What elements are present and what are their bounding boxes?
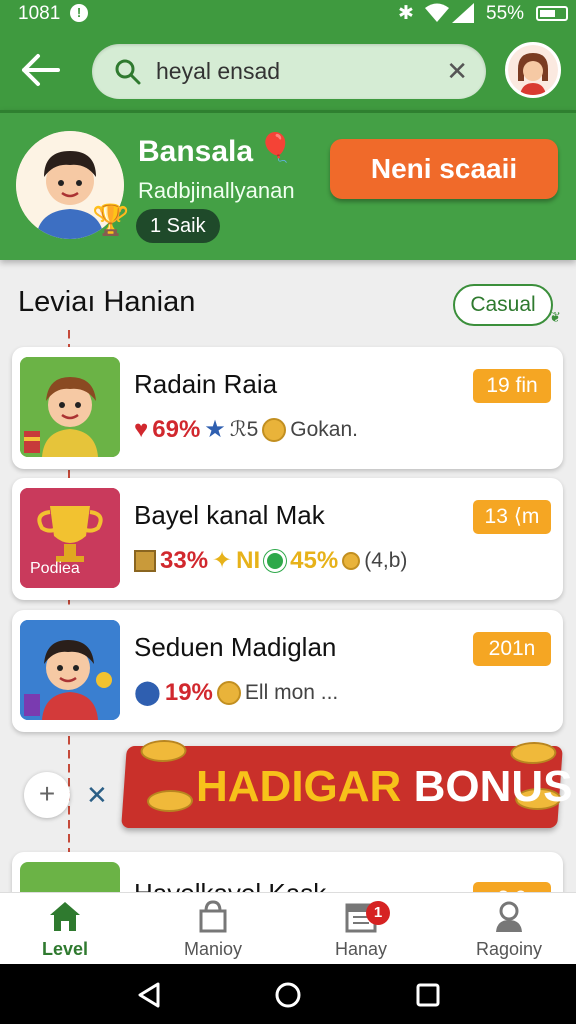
level-stats: 33% ✦ NI 45% (4,b) (134, 546, 407, 575)
nav-label: Level (41, 939, 89, 959)
level-stat-tertiary: 45% (290, 546, 339, 574)
coin-stack-icon (509, 742, 558, 764)
system-home-icon[interactable] (274, 981, 302, 1009)
coin-stack-icon (146, 790, 194, 812)
bonus-banner[interactable]: HADIGAR BONUS (121, 740, 572, 828)
bonus-text: HADIGAR BONUS (196, 762, 572, 812)
notification-badge: 1 (366, 901, 390, 925)
bonus-word-2: BONUS (413, 762, 573, 811)
back-arrow-icon[interactable] (20, 52, 60, 88)
level-stat-secondary: ℛ5 (229, 418, 259, 441)
system-navigation-bar (0, 964, 576, 1024)
app-bar: 1081 ! ✱ 55% heyal ensad ✕ (0, 0, 576, 110)
balloon-icon: 🎈 (258, 132, 293, 163)
battery-percent: 55% (486, 3, 525, 24)
primary-cta-button[interactable]: Neni scaaii (330, 139, 558, 199)
battery-icon (536, 6, 568, 21)
nav-label: Hanay (334, 939, 388, 959)
search-input[interactable]: heyal ensad (156, 58, 280, 85)
nav-item-manioy[interactable]: Manioy (158, 899, 268, 960)
alert-icon: ! (70, 4, 88, 22)
profile-name: Bansala (138, 135, 254, 168)
level-title: Radain Raia (134, 369, 278, 399)
nav-item-hanay[interactable]: 1 Hanay (306, 899, 416, 960)
leaf-icon: ❦ (549, 309, 561, 325)
casual-filter-button[interactable]: Casual ❦ (453, 284, 561, 326)
status-time: 1081 (18, 3, 61, 24)
sparkle-star-icon: ✦ (212, 547, 233, 574)
system-back-icon[interactable] (136, 982, 162, 1008)
level-stat-secondary: Ell mon ... (244, 680, 339, 704)
crate-icon (134, 549, 156, 572)
trophy-icon: 🏆 (92, 204, 130, 237)
green-orb-icon (264, 549, 287, 572)
user-avatar[interactable] (505, 42, 561, 98)
level-time-badge: 201n (473, 632, 551, 666)
level-percent: 19% (164, 678, 213, 706)
bottom-navigation: Level Manioy 1 Hanay Ragoiny (0, 892, 576, 964)
level-thumbnail (20, 357, 120, 457)
level-stats: ♥ 69% ★ ℛ5 Gokan. (134, 415, 358, 444)
settings-gear-icon: ✱ (398, 3, 414, 24)
level-stat-tertiary: Gokan. (290, 417, 358, 441)
search-icon (115, 59, 141, 85)
level-card[interactable]: Podiea Bayel kanal Mak 13 ⟨m 33% ✦ NI 45… (12, 478, 563, 600)
level-stats: ⬤ 19% Ell mon ... (134, 678, 338, 707)
bonus-word-1: HADIGAR (196, 762, 402, 811)
profile-icon (496, 901, 522, 932)
level-stat-secondary: NI (236, 546, 261, 574)
rank-pill: 1 Saik (136, 209, 220, 243)
thumbnail-caption: Podiea (30, 560, 80, 577)
level-percent: 69% (152, 415, 201, 443)
level-thumbnail: Podiea (20, 488, 120, 588)
nav-label: Manioy (183, 939, 243, 959)
profile-subtitle: Radbjinallyanan (138, 178, 295, 203)
bag-icon (199, 900, 227, 933)
heart-icon: ♥ (134, 415, 149, 443)
level-time-badge: 13 ⟨m (473, 500, 551, 534)
casual-filter-label: Casual (470, 293, 536, 316)
level-card[interactable]: Radain Raia 19 fin ♥ 69% ★ ℛ5 Gokan. (12, 347, 563, 469)
star-icon: ★ (204, 416, 226, 443)
home-icon (50, 902, 80, 931)
level-stat-extra: (4,b) (364, 548, 408, 572)
wifi-icon (425, 3, 449, 22)
profile-card: 🏆 Bansala 🎈 Radbjinallyanan 1 Saik Neni … (0, 110, 576, 260)
level-thumbnail (20, 620, 120, 720)
add-button[interactable]: + (24, 772, 70, 818)
girl-avatar-icon (508, 45, 558, 95)
level-title: Seduen Madiglan (134, 632, 337, 662)
signal-icon (452, 3, 474, 23)
nav-item-level[interactable]: Level (10, 899, 120, 960)
status-bar: 1081 ! ✱ 55% (0, 0, 576, 28)
section-title: Leviaı Hanian (18, 286, 196, 318)
location-pin-icon: ⬤ (134, 679, 161, 706)
nav-item-ragoiny[interactable]: Ragoiny (454, 899, 564, 960)
boy-character-icon (20, 357, 120, 457)
coin-icon (342, 551, 361, 570)
level-title: Bayel kanal Mak (134, 500, 325, 530)
system-recents-icon[interactable] (416, 983, 440, 1007)
clear-search-icon[interactable]: ✕ (446, 56, 468, 87)
boy-character-icon (20, 620, 120, 720)
close-icon[interactable]: ✕ (86, 780, 108, 811)
level-card[interactable]: Seduen Madiglan 201n ⬤ 19% Ell mon ... (12, 610, 563, 732)
coin-icon (216, 680, 241, 705)
level-time-badge: 19 fin (473, 369, 551, 403)
coin-stack-icon (139, 740, 188, 762)
nav-label: Ragoiny (475, 939, 543, 959)
level-percent: 33% (160, 546, 209, 574)
coin-icon (262, 417, 287, 442)
search-bar[interactable]: heyal ensad ✕ (92, 44, 486, 99)
